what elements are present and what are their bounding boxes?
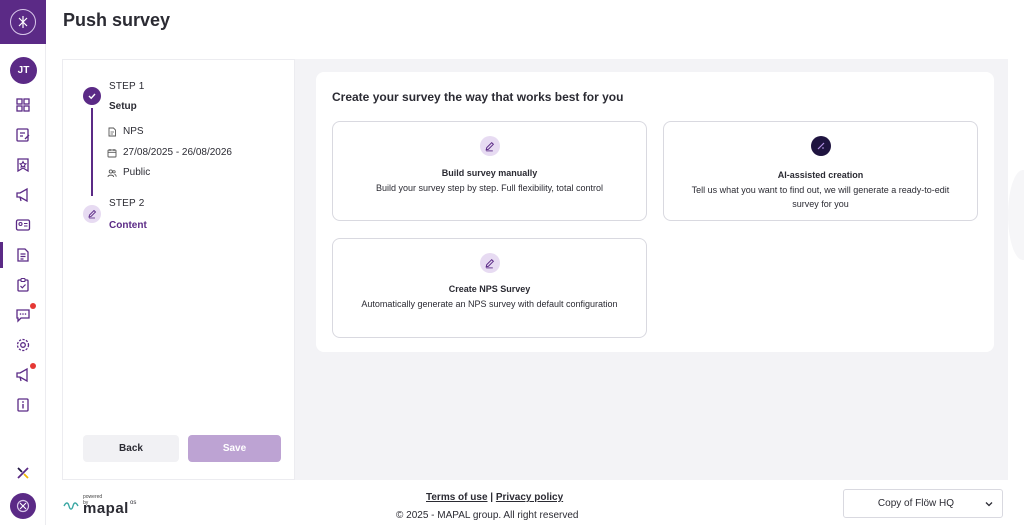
date-range-text: 27/08/2025 - 26/08/2026 [123, 147, 232, 158]
location-value: Copy of Flöw HQ [877, 498, 955, 509]
copyright-text: © 2025 - MAPAL group. All right reserved [396, 510, 579, 521]
option-description: Automatically generate an NPS survey wit… [361, 299, 618, 309]
pencil-icon [479, 253, 500, 273]
audience-text: Public [123, 167, 151, 178]
step-1-name[interactable]: Setup [109, 101, 137, 112]
notification-badge [30, 363, 36, 369]
step-1-survey-type: NPS [107, 126, 144, 137]
sidebar-item-campaigns[interactable] [0, 360, 46, 390]
option-description: Tell us what you want to find out, we wi… [691, 185, 950, 209]
chat-icon [16, 309, 30, 323]
privacy-link[interactable]: Privacy policy [496, 492, 563, 503]
sidebar-item-announcements[interactable] [0, 180, 46, 210]
terms-link[interactable]: Terms of use [426, 492, 488, 503]
product-switcher[interactable] [10, 493, 36, 519]
option-title: Create NPS Survey [448, 284, 531, 294]
sidebar-item-surveys[interactable] [0, 240, 46, 270]
option-create-nps[interactable]: Create NPS Survey Automatically generate… [332, 238, 647, 338]
avatar[interactable]: JT [10, 57, 37, 84]
back-button[interactable]: Back [83, 435, 179, 462]
sidebar: JT [0, 0, 46, 525]
id-card-icon [15, 219, 31, 231]
sidebar-item-recognition[interactable] [0, 150, 46, 180]
logo-icon [16, 499, 30, 513]
brand-name: mapal [83, 500, 129, 517]
pencil-icon [479, 136, 500, 156]
info-book-icon [17, 398, 29, 412]
brand-suffix: os [130, 500, 137, 506]
step-1-label: STEP 1 [109, 81, 145, 92]
option-title: AI-assisted creation [777, 170, 864, 180]
option-description: Build your survey step by step. Full fle… [376, 183, 603, 193]
people-icon [107, 168, 117, 177]
star-badge-icon [17, 158, 29, 173]
calendar-icon [107, 148, 117, 157]
step-1-audience: Public [107, 167, 150, 178]
option-ai-assisted[interactable]: AI-assisted creation Tell us what you wa… [663, 121, 978, 221]
sidebar-item-tasks[interactable] [0, 120, 46, 150]
option-build-manually[interactable]: Build survey manually Build your survey … [332, 121, 647, 221]
pencil-icon [88, 209, 97, 219]
megaphone-icon [16, 367, 28, 383]
logo-icon [10, 9, 36, 35]
location-select[interactable]: Copy of Flöw HQ [843, 489, 1003, 518]
option-title: Build survey manually [441, 168, 538, 178]
step-connector [91, 108, 93, 196]
notification-badge [30, 303, 36, 309]
step-2-indicator [83, 205, 101, 223]
section-heading: Create your survey the way that works be… [332, 90, 624, 104]
step-1-date-range: 27/08/2025 - 26/08/2026 [107, 147, 232, 158]
app-logo[interactable] [0, 0, 46, 44]
chevron-down-icon [985, 502, 993, 507]
check-icon [88, 93, 96, 100]
mapal-wave-icon [63, 502, 79, 510]
sidebar-item-chat[interactable] [0, 300, 46, 330]
step-2-label: STEP 2 [109, 198, 145, 209]
ai-sparkle-icon [810, 136, 831, 156]
save-button[interactable]: Save [188, 435, 281, 462]
edit-note-icon [16, 128, 30, 142]
steps-panel: STEP 1 Setup NPS 27/08/2025 - 26/08/2026… [62, 59, 295, 480]
clipboard-check-icon [17, 277, 29, 292]
survey-type-text: NPS [123, 126, 144, 137]
scroll-hint [1008, 170, 1024, 260]
settings-icon [16, 338, 30, 352]
sidebar-item-settings[interactable] [0, 330, 46, 360]
creation-options-card: Create your survey the way that works be… [316, 72, 994, 352]
sidebar-item-dashboard[interactable] [0, 90, 46, 120]
footer-links: Terms of use | Privacy policy [426, 492, 563, 503]
link-separator: | [490, 492, 494, 503]
sidebar-item-checklists[interactable] [0, 270, 46, 300]
survey-doc-icon [17, 248, 29, 262]
sidebar-item-people[interactable] [0, 210, 46, 240]
grid-icon [16, 98, 30, 112]
document-icon [108, 127, 116, 136]
tools-button[interactable] [10, 460, 36, 486]
step-1-indicator [83, 87, 101, 105]
tools-icon [17, 467, 29, 479]
sidebar-item-info[interactable] [0, 390, 46, 420]
step-2-name[interactable]: Content [109, 220, 147, 231]
page-title: Push survey [63, 10, 171, 30]
megaphone-icon [16, 187, 28, 203]
